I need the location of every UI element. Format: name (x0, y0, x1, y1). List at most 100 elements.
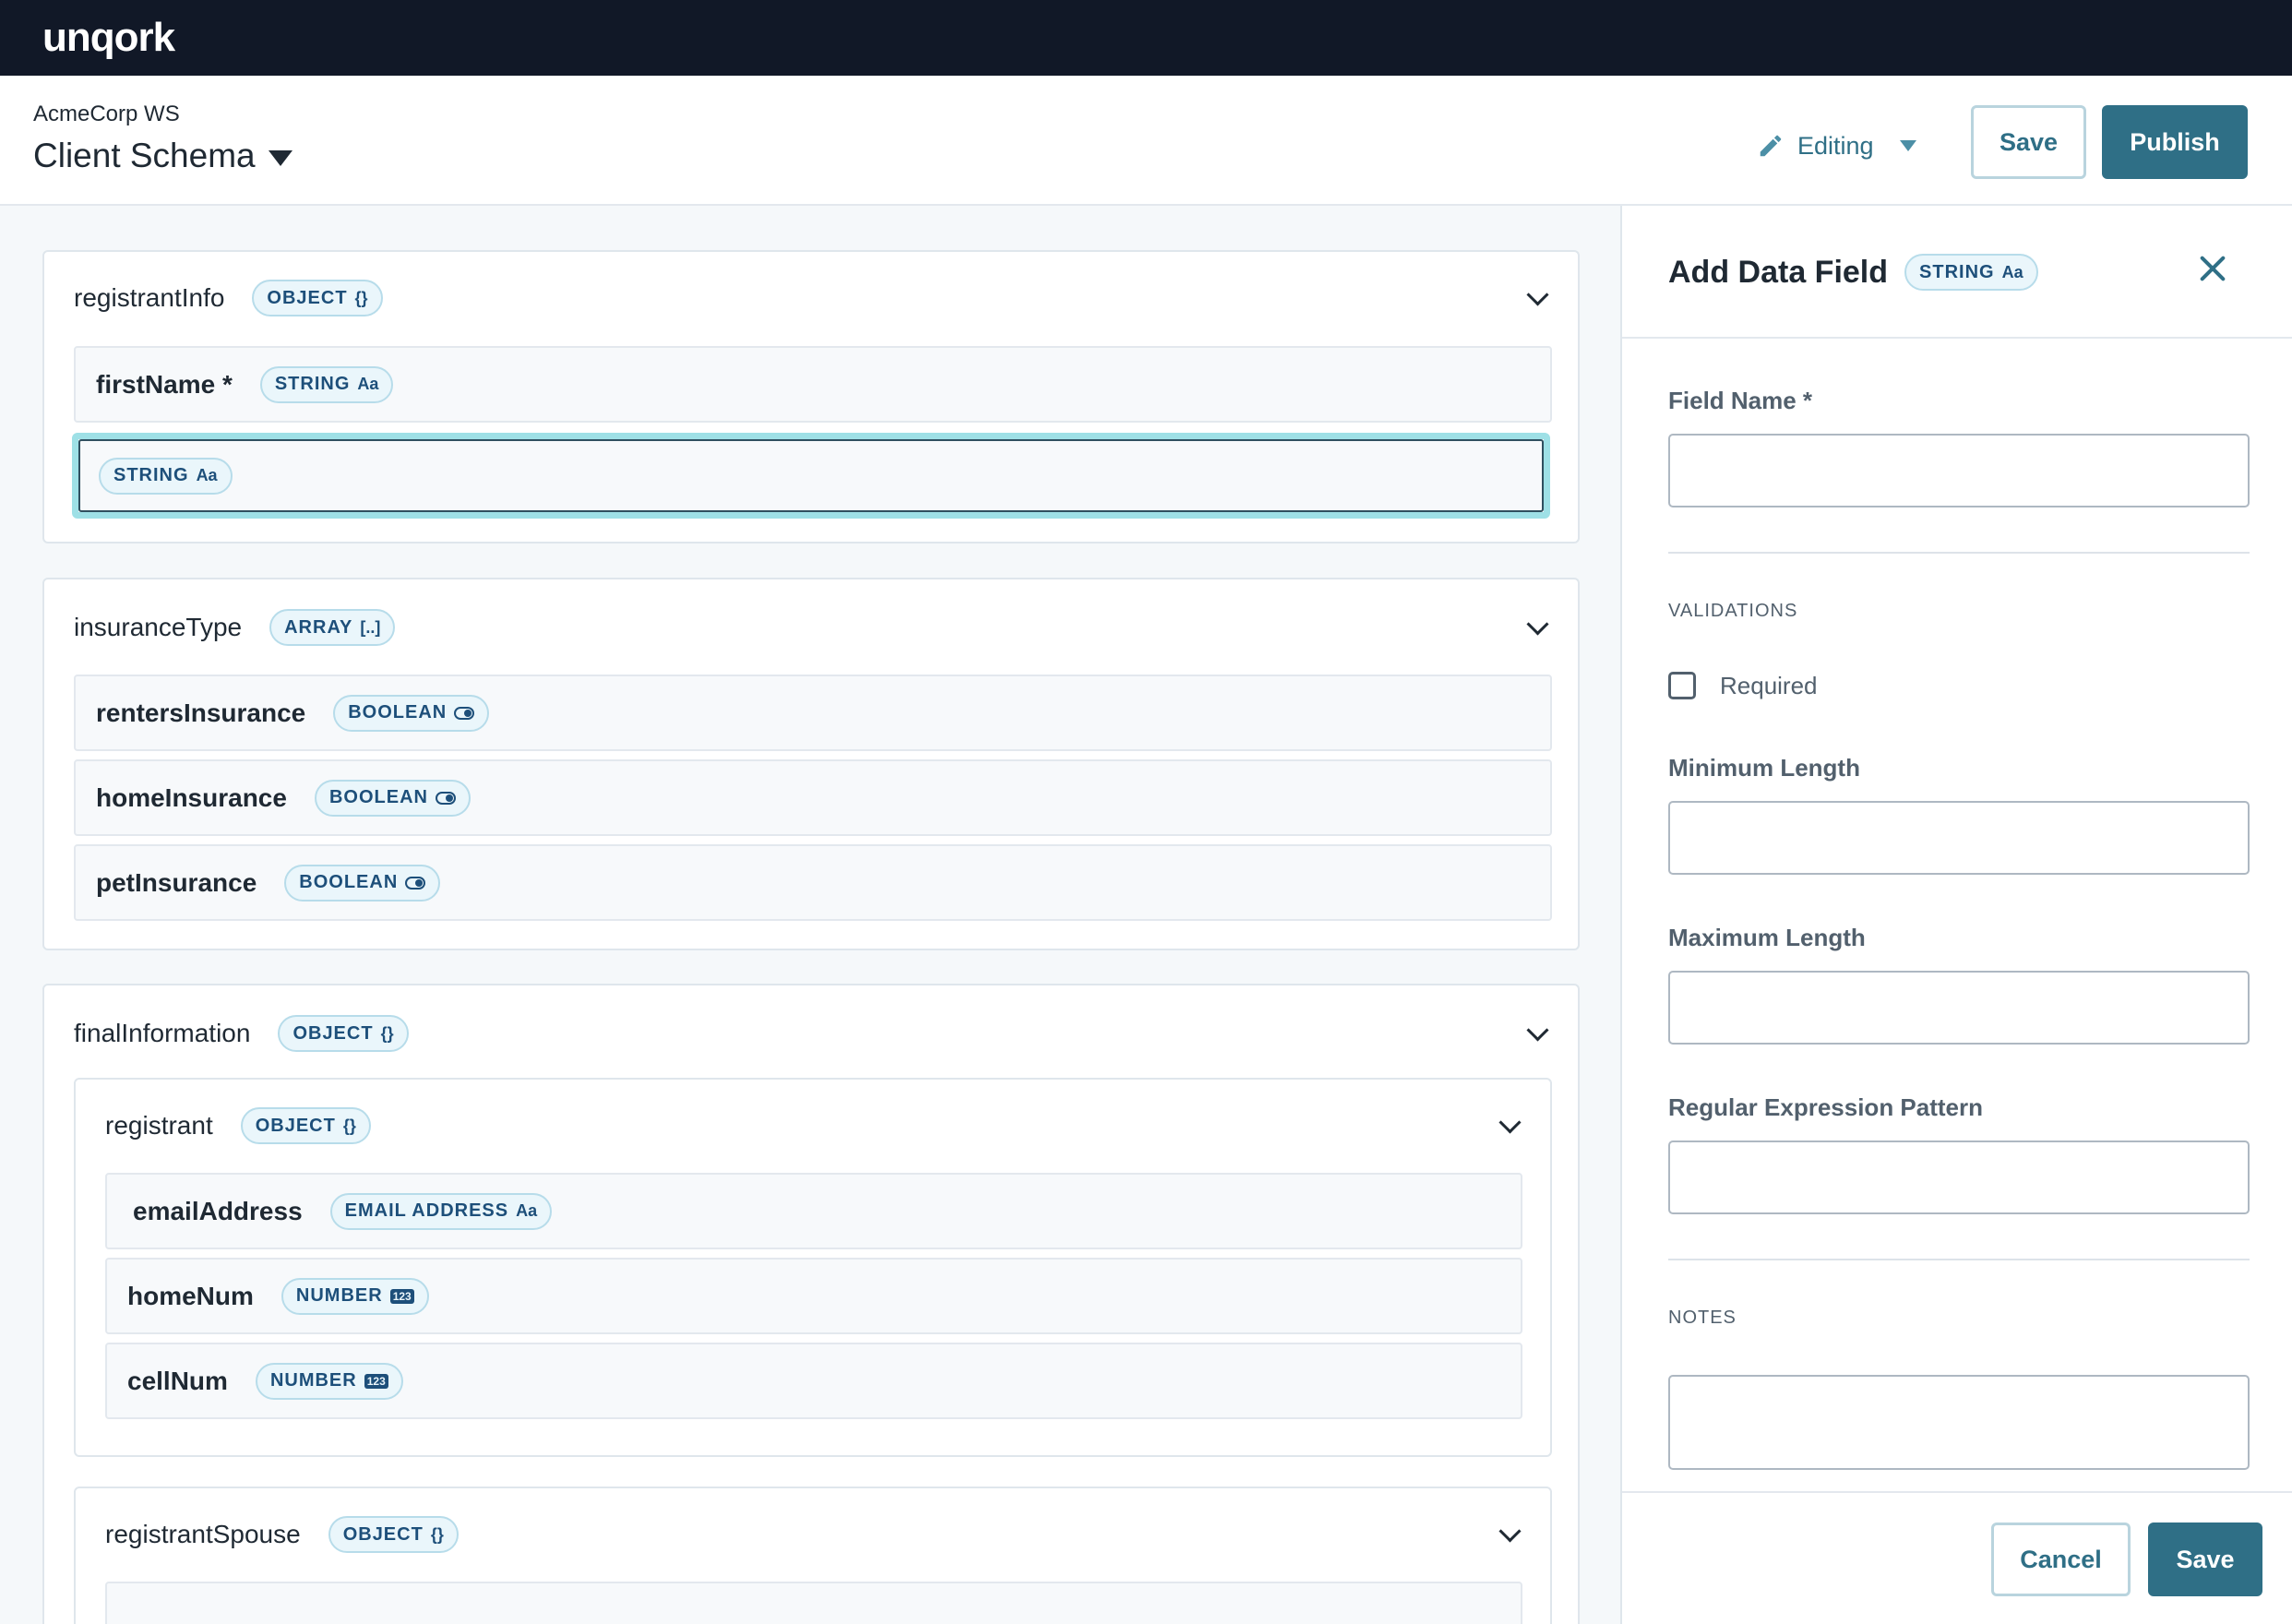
type-label: BOOLEAN (348, 702, 448, 722)
object-name: registrantInfo (74, 283, 225, 312)
page-header: AcmeCorp WS Client Schema Editing Save P… (0, 76, 2292, 206)
top-bar: unqork (0, 0, 2292, 76)
number-icon: 123 (389, 1288, 414, 1304)
card-header: registrant OBJECT {} (105, 1107, 1550, 1144)
new-field-row[interactable]: STRING Aa (72, 433, 1550, 519)
text-icon: Aa (2001, 262, 2023, 281)
card-header: finalInformation OBJECT {} (74, 1015, 1578, 1052)
field-row[interactable] (105, 1582, 1522, 1624)
type-label: STRING (113, 465, 189, 485)
workspace-name: AcmeCorp WS (33, 102, 180, 126)
object-name: registrant (105, 1111, 213, 1140)
notes-textarea[interactable] (1668, 1375, 2250, 1470)
type-label: NUMBER (269, 1370, 357, 1391)
toggle-icon (454, 706, 475, 720)
field-name: petInsurance (96, 867, 257, 897)
field-row[interactable]: cellNum NUMBER 123 (105, 1343, 1522, 1419)
divider (1668, 552, 2250, 554)
type-label: OBJECT (255, 1115, 336, 1136)
object-name: finalInformation (74, 1019, 251, 1047)
caret-down-icon (268, 149, 292, 166)
card-header: registrantInfo OBJECT {} (74, 280, 1578, 316)
type-badge: OBJECT {} (252, 280, 383, 316)
type-badge: STRING Aa (1904, 254, 2038, 291)
card-header: insuranceType ARRAY [..] (74, 609, 1578, 646)
field-row[interactable]: firstName * STRING Aa (74, 346, 1552, 423)
brackets-icon: [..] (360, 617, 381, 637)
type-badge: ARRAY [..] (269, 609, 396, 646)
braces-icon: {} (380, 1023, 394, 1043)
field-name: homeNum (127, 1281, 254, 1310)
braces-icon: {} (342, 1116, 356, 1135)
type-badge: OBJECT {} (278, 1015, 409, 1052)
unqork-logo[interactable]: unqork (42, 15, 175, 61)
type-badge: OBJECT {} (240, 1107, 371, 1144)
min-length-input[interactable] (1668, 801, 2250, 875)
type-label: OBJECT (267, 287, 348, 308)
max-length-label: Maximum Length (1668, 924, 1866, 951)
field-row[interactable]: homeInsurance BOOLEAN (74, 759, 1552, 836)
divider (1668, 1259, 2250, 1260)
type-label: STRING (1919, 261, 1995, 282)
type-badge: EMAIL ADDRESS Aa (329, 1192, 553, 1230)
type-badge: STRING Aa (259, 365, 394, 403)
min-length-label: Minimum Length (1668, 754, 1860, 782)
type-label: EMAIL ADDRESS (344, 1200, 509, 1221)
header-save-button[interactable]: Save (1971, 105, 2086, 179)
card-header: registrantSpouse OBJECT {} (105, 1516, 1550, 1553)
caret-down-icon (1899, 140, 1916, 151)
pencil-icon (1760, 135, 1782, 157)
schema-title-dropdown[interactable]: Client Schema (33, 137, 292, 175)
toggle-icon (405, 876, 426, 890)
type-badge: NUMBER 123 (281, 1277, 429, 1315)
required-label: Required (1720, 672, 1818, 699)
type-label: STRING (274, 374, 351, 394)
panel-title-group: Add Data Field STRING Aa (1668, 254, 2038, 291)
toggle-icon (435, 791, 456, 805)
type-label: OBJECT (342, 1523, 424, 1545)
type-label: ARRAY (284, 616, 353, 638)
field-name: cellNum (127, 1366, 228, 1395)
object-card-registrantspouse: registrantSpouse OBJECT {} (74, 1487, 1552, 1624)
editing-mode-dropdown[interactable]: Editing (1757, 126, 1916, 165)
field-name: firstName * (96, 369, 233, 399)
page-title: Client Schema (33, 137, 256, 174)
type-label: BOOLEAN (328, 787, 428, 807)
type-badge: NUMBER 123 (255, 1362, 403, 1400)
required-checkbox[interactable] (1668, 672, 1696, 699)
type-badge: STRING Aa (99, 457, 233, 495)
type-badge: BOOLEAN (314, 779, 471, 817)
close-icon[interactable] (2194, 250, 2231, 287)
new-field-row-inner: STRING Aa (78, 439, 1544, 512)
publish-button[interactable]: Publish (2102, 105, 2248, 179)
field-row[interactable]: emailAddress EMAIL ADDRESS Aa (105, 1173, 1522, 1249)
field-name-input[interactable] (1668, 434, 2250, 508)
braces-icon: {} (354, 288, 368, 307)
type-badge: OBJECT {} (328, 1516, 459, 1553)
object-card-registrant: registrant OBJECT {} emailAddress EMAIL … (74, 1078, 1552, 1457)
field-name: emailAddress (133, 1196, 303, 1225)
max-length-input[interactable] (1668, 971, 2250, 1045)
notes-heading: NOTES (1668, 1308, 1737, 1328)
field-row[interactable]: petInsurance BOOLEAN (74, 844, 1552, 921)
object-card-finalinformation: finalInformation OBJECT {} registrant OB… (42, 984, 1580, 1624)
panel-save-button[interactable]: Save (2148, 1522, 2262, 1596)
panel-title: Add Data Field (1668, 254, 1889, 290)
type-badge: BOOLEAN (284, 864, 441, 902)
braces-icon: {} (430, 1524, 444, 1544)
editing-label: Editing (1797, 131, 1874, 160)
type-badge: BOOLEAN (333, 694, 490, 732)
schema-canvas: registrantInfo OBJECT {} firstName * STR… (0, 206, 1620, 1624)
type-label: BOOLEAN (299, 872, 399, 892)
add-data-field-panel: Add Data Field STRING Aa Field Name * VA… (1620, 206, 2292, 1624)
text-icon: Aa (196, 466, 218, 484)
cancel-button[interactable]: Cancel (1991, 1522, 2131, 1596)
field-row[interactable]: rentersInsurance BOOLEAN (74, 675, 1552, 751)
field-name-label: Field Name * (1668, 387, 1813, 414)
field-row[interactable]: homeNum NUMBER 123 (105, 1258, 1522, 1334)
object-name: registrantSpouse (105, 1520, 301, 1548)
field-name: homeInsurance (96, 782, 287, 812)
type-label: NUMBER (295, 1285, 383, 1306)
text-icon: Aa (357, 375, 379, 393)
regex-input[interactable] (1668, 1140, 2250, 1214)
